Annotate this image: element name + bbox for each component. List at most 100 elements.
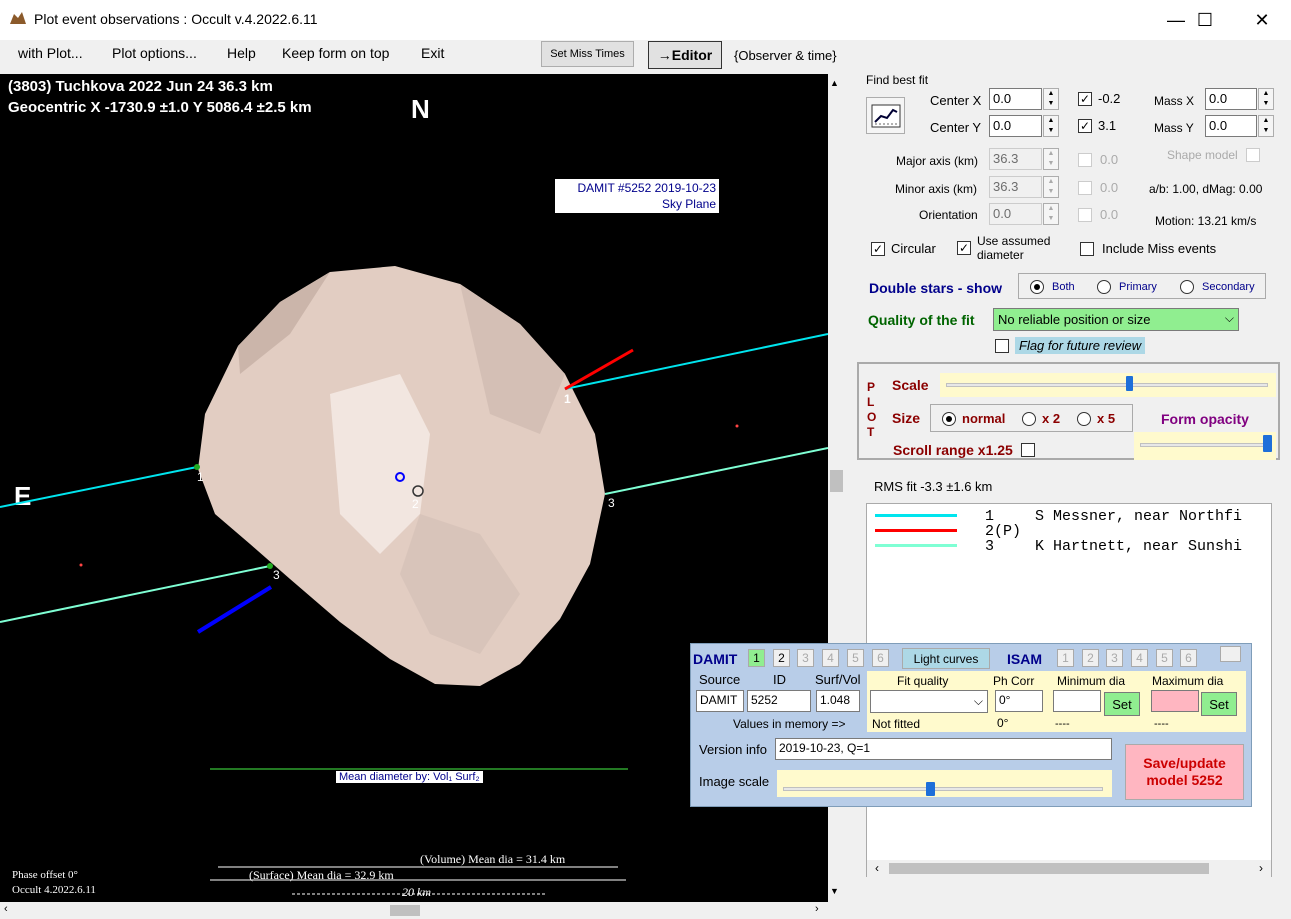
quality-select[interactable]: No reliable position or size ⌵	[993, 308, 1239, 331]
minor-axis-checkbox[interactable]: 0.0	[1078, 180, 1118, 195]
damit-tab-6[interactable]: 6	[872, 649, 889, 667]
scale-slider[interactable]	[940, 373, 1276, 397]
use-assumed-label: Use assumed diameter	[977, 234, 1051, 262]
menu-with-plot[interactable]: with Plot...	[18, 45, 83, 61]
max-dia-set-button[interactable]: Set	[1201, 692, 1237, 716]
version-info-field[interactable]: 2019-10-23, Q=1	[775, 738, 1112, 760]
major-axis-input[interactable]: 36.3	[989, 148, 1042, 170]
maximize-button[interactable]: ☐	[1176, 0, 1234, 40]
plot-side-letter: P	[867, 380, 876, 394]
min-dia-field[interactable]	[1053, 690, 1101, 712]
menu-keep-on-top[interactable]: Keep form on top	[282, 45, 389, 61]
mass-x-spinner[interactable]: ▲ ▼	[1258, 88, 1274, 110]
slider-thumb[interactable]	[925, 782, 935, 796]
form-opacity-slider[interactable]	[1134, 432, 1276, 460]
version-label: Occult 4.2022.6.11	[12, 884, 96, 896]
isam-tab-3[interactable]: 3	[1106, 649, 1123, 667]
check-icon: ✓	[871, 241, 885, 256]
scrollbar-thumb[interactable]	[830, 470, 843, 492]
version-info-label: Version info	[699, 742, 767, 757]
scroll-range-checkbox[interactable]: Scroll range x1.25	[893, 442, 1035, 458]
menu-help[interactable]: Help	[227, 45, 256, 61]
include-miss-checkbox[interactable]: Include Miss events	[1080, 241, 1216, 256]
check-icon: ✓	[1078, 91, 1092, 106]
damit-title: DAMIT	[693, 651, 738, 667]
orientation-spinner[interactable]: ▲ ▼	[1043, 203, 1059, 225]
damit-close-button[interactable]	[1220, 646, 1241, 662]
damit-tab-5[interactable]: 5	[847, 649, 864, 667]
ph-corr-field[interactable]: 0°	[995, 690, 1043, 712]
id-field[interactable]: 5252	[747, 690, 811, 712]
scrollbar-thumb[interactable]	[390, 905, 420, 916]
center-y-label: Center Y	[930, 120, 982, 135]
both-radio[interactable]: Both	[1030, 280, 1075, 294]
find-best-fit-button[interactable]	[866, 97, 905, 134]
mass-x-label: Mass X	[1154, 94, 1195, 108]
damit-tab-1[interactable]: 1	[748, 649, 765, 667]
x5-label: x 5	[1097, 411, 1116, 426]
orientation-checkbox[interactable]: 0.0	[1078, 207, 1118, 222]
save-update-model-button[interactable]: Save/update model 5252	[1125, 744, 1244, 800]
fit-quality-select[interactable]: ⌵	[870, 690, 988, 713]
scroll-right-icon[interactable]: ›	[1259, 861, 1263, 875]
legend-scrollbar[interactable]: ‹ ›	[867, 860, 1271, 877]
menu-plot-options[interactable]: Plot options...	[112, 45, 197, 61]
primary-radio[interactable]: Primary	[1097, 280, 1157, 294]
slider-thumb[interactable]	[1262, 435, 1272, 452]
surfvol-field[interactable]: 1.048	[816, 690, 860, 712]
mean-diameter-label: Mean diameter by: Vol₁ Surf₂	[336, 771, 483, 783]
close-button[interactable]: ✕	[1233, 0, 1291, 40]
isam-tab-4[interactable]: 4	[1131, 649, 1148, 667]
source-field[interactable]: DAMIT	[696, 690, 744, 712]
slider-thumb[interactable]	[1126, 376, 1134, 391]
center-y-input[interactable]: 0.0	[989, 115, 1042, 137]
id-label: ID	[773, 672, 786, 687]
circular-checkbox[interactable]: ✓ Circular	[871, 241, 936, 256]
mass-x-input[interactable]: 0.0	[1205, 88, 1257, 110]
mass-y-input[interactable]: 0.0	[1205, 115, 1257, 137]
minor-axis-input[interactable]: 36.3	[989, 176, 1042, 198]
set-miss-times-button[interactable]: Set Miss Times	[541, 41, 634, 67]
normal-radio[interactable]: normal	[942, 411, 1005, 426]
min-dia-set-button[interactable]: Set	[1104, 692, 1140, 716]
menu-exit[interactable]: Exit	[421, 45, 444, 61]
damit-tab-2[interactable]: 2	[773, 649, 790, 667]
isam-tab-6[interactable]: 6	[1180, 649, 1197, 667]
shape-model-checkbox[interactable]: Shape model	[1167, 148, 1260, 162]
orientation-input[interactable]: 0.0	[989, 203, 1042, 225]
major-axis-checkbox[interactable]: 0.0	[1078, 152, 1118, 167]
chord-label: 1	[197, 470, 204, 484]
image-scale-slider[interactable]	[777, 770, 1112, 797]
damit-tab-4[interactable]: 4	[822, 649, 839, 667]
use-assumed-checkbox[interactable]: ✓ Use assumed diameter	[957, 234, 1057, 262]
scroll-up-icon[interactable]: ▲	[830, 78, 839, 88]
major-axis-spinner[interactable]: ▲ ▼	[1043, 148, 1059, 170]
mem-min-dia: ----	[1055, 718, 1070, 730]
scroll-left-icon[interactable]: ‹	[875, 861, 879, 875]
isam-tab-5[interactable]: 5	[1156, 649, 1173, 667]
scroll-down-icon[interactable]: ▼	[830, 886, 839, 896]
editor-button[interactable]: →Editor	[648, 41, 722, 69]
center-x-checkbox[interactable]: ✓ -0.2	[1078, 91, 1120, 106]
scroll-right-icon[interactable]: ›	[815, 903, 819, 915]
isam-tab-1[interactable]: 1	[1057, 649, 1074, 667]
isam-tab-2[interactable]: 2	[1082, 649, 1099, 667]
damit-tab-3[interactable]: 3	[797, 649, 814, 667]
center-y-checkbox[interactable]: ✓ 3.1	[1078, 118, 1116, 133]
rms-fit-label: RMS fit -3.3 ±1.6 km	[874, 479, 993, 494]
scroll-left-icon[interactable]: ‹	[4, 903, 8, 915]
light-curves-button[interactable]: Light curves	[902, 648, 990, 669]
center-x-input[interactable]: 0.0	[989, 88, 1042, 110]
center-y-spinner[interactable]: ▲ ▼	[1043, 115, 1059, 137]
x5-radio[interactable]: x 5	[1077, 411, 1115, 426]
max-dia-field[interactable]	[1151, 690, 1199, 712]
minor-axis-spinner[interactable]: ▲ ▼	[1043, 176, 1059, 198]
scrollbar-thumb[interactable]	[889, 863, 1209, 874]
plot-horizontal-scrollbar[interactable]: ‹ ›	[0, 902, 828, 919]
plot-side-letter: T	[867, 425, 875, 439]
x2-radio[interactable]: x 2	[1022, 411, 1060, 426]
flag-review-checkbox[interactable]: Flag for future review	[995, 337, 1146, 354]
mass-y-spinner[interactable]: ▲ ▼	[1258, 115, 1274, 137]
secondary-radio[interactable]: Secondary	[1180, 280, 1255, 294]
center-x-spinner[interactable]: ▲ ▼	[1043, 88, 1059, 110]
